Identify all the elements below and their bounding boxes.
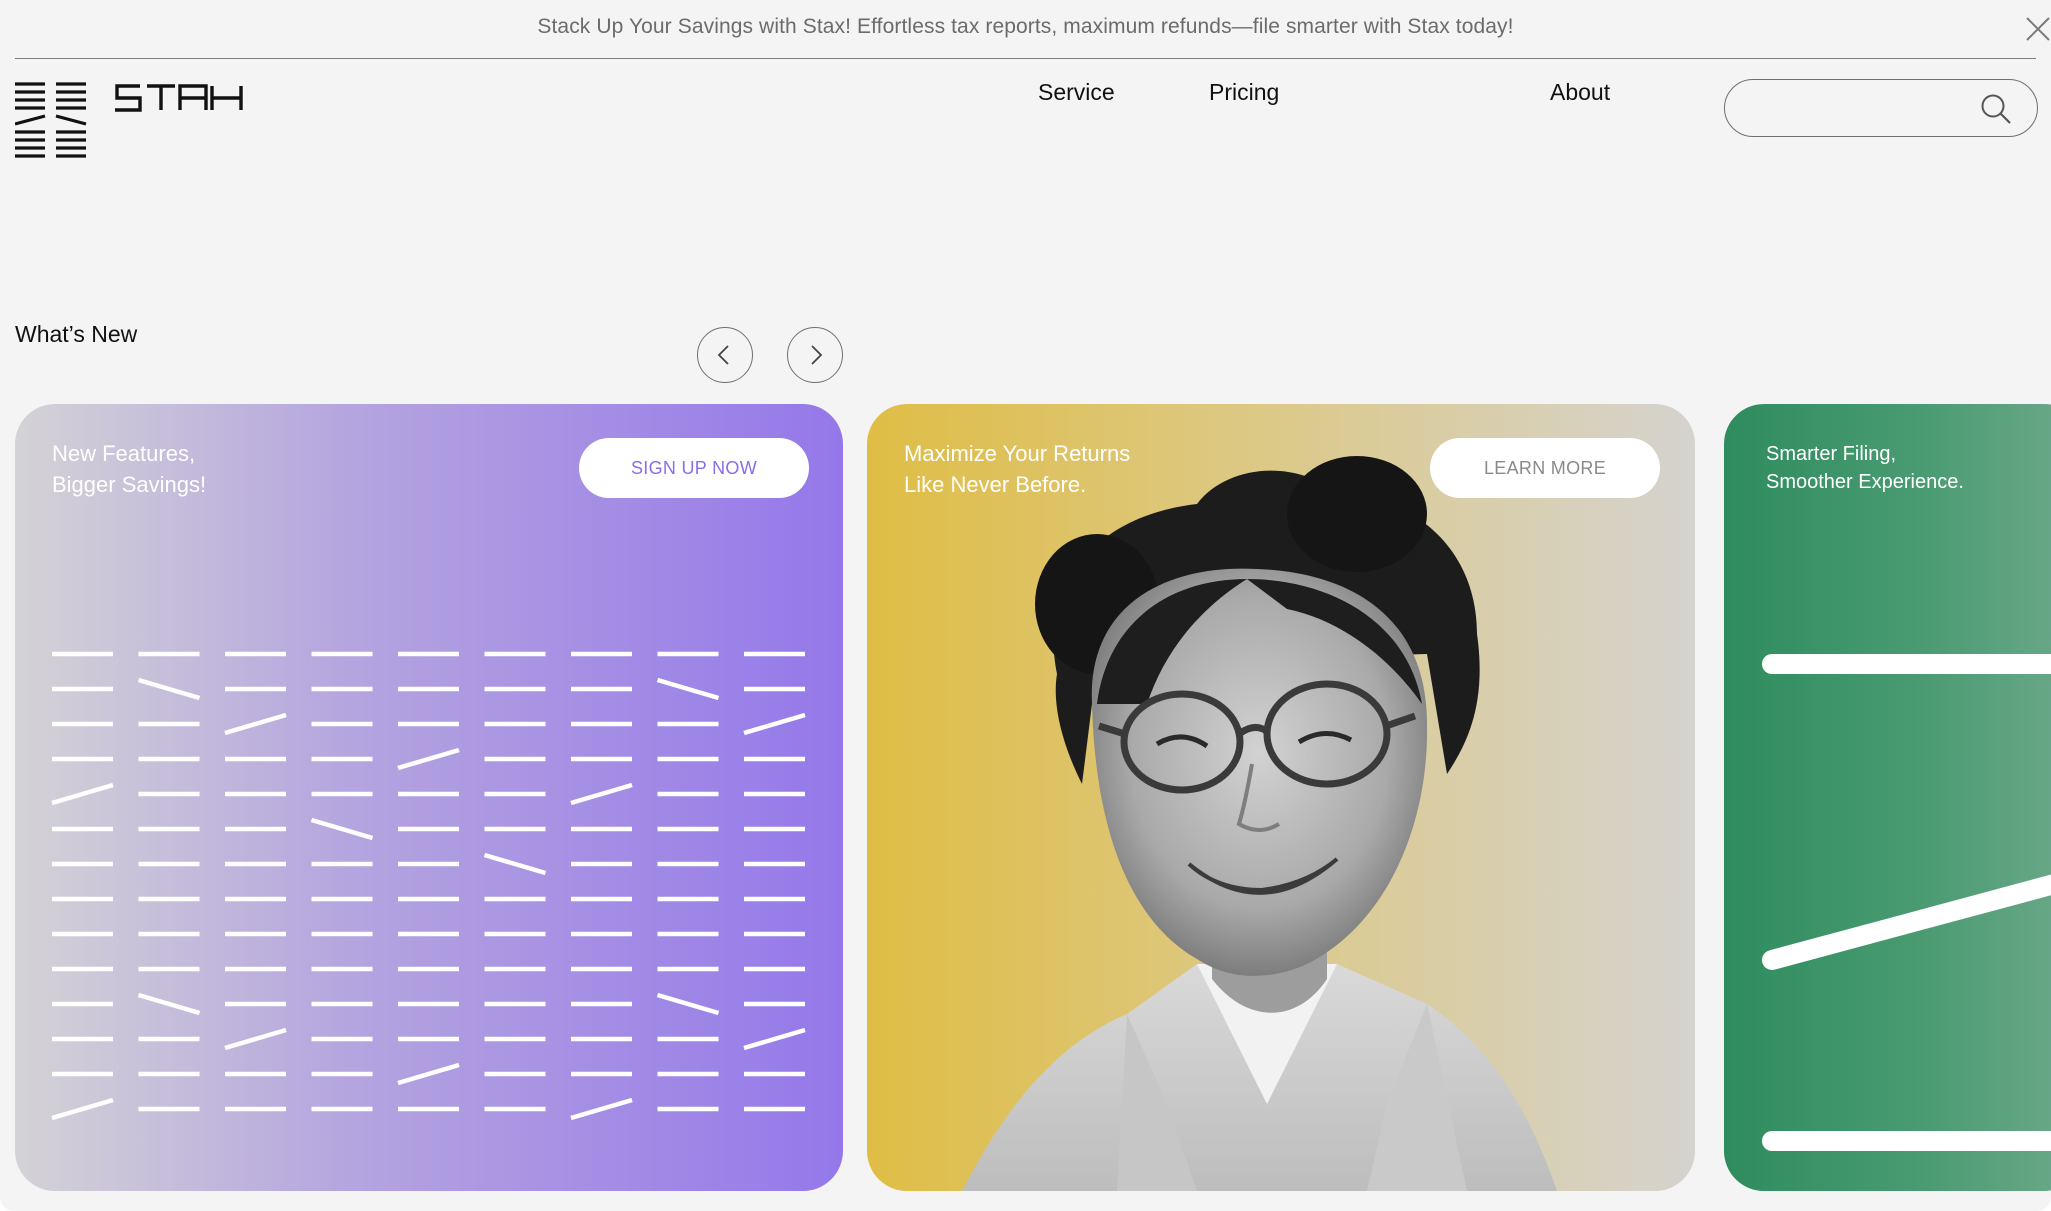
card-heading: Maximize Your Returns Like Never Before. — [904, 441, 1131, 497]
dash-mark — [570, 782, 633, 806]
dash-mark — [224, 712, 287, 736]
stax-logo[interactable] — [14, 82, 255, 160]
dash-mark — [656, 992, 720, 1016]
search-icon[interactable] — [1979, 92, 2013, 126]
smiling-woman-photo — [962, 456, 1557, 1191]
carousel-next-button[interactable] — [787, 327, 843, 383]
dash-mark — [397, 1062, 460, 1086]
page: Stack Up Your Savings with Stax! Effortl… — [0, 0, 2051, 1211]
nav-service[interactable]: Service — [1038, 79, 1115, 106]
dash-mark — [656, 677, 720, 701]
stripe-graphic — [1762, 654, 2051, 1151]
dash-pattern-graphic — [51, 651, 806, 1121]
search-input[interactable] — [1747, 90, 1977, 126]
dash-mark — [137, 992, 201, 1016]
dash-mark — [397, 747, 460, 771]
stax-logo-icon — [14, 82, 243, 158]
dash-mark — [51, 782, 114, 806]
dash-mark — [483, 852, 547, 876]
dash-mark — [743, 1027, 806, 1051]
dash-mark — [224, 1027, 287, 1051]
sign-up-button[interactable]: SIGN UP NOW — [579, 438, 809, 498]
dash-mark — [743, 712, 806, 736]
chevron-right-icon — [811, 345, 823, 365]
announcement-bar: Stack Up Your Savings with Stax! Effortl… — [15, 0, 2050, 59]
promo-card-features[interactable]: New Features, Bigger Savings! SIGN UP NO… — [15, 404, 843, 1191]
dash-mark — [310, 817, 374, 841]
carousel-prev-button[interactable] — [697, 327, 753, 383]
search-box[interactable] — [1724, 79, 2038, 137]
close-icon — [2026, 17, 2050, 41]
dash-mark — [570, 1097, 633, 1121]
nav-about[interactable]: About — [1550, 79, 1610, 106]
card-heading: New Features, Bigger Savings! — [52, 441, 207, 497]
learn-more-button[interactable]: LEARN MORE — [1430, 438, 1660, 498]
announcement-text: Stack Up Your Savings with Stax! Effortl… — [537, 15, 1514, 38]
promo-card-returns[interactable]: Maximize Your Returns Like Never Before.… — [867, 404, 1695, 1191]
card-heading: Smarter Filing, Smoother Experience. — [1766, 443, 1964, 493]
nav-pricing[interactable]: Pricing — [1209, 79, 1279, 106]
dash-mark — [51, 1097, 114, 1121]
promo-card-filing[interactable]: Smarter Filing, Smoother Experience. — [1724, 404, 2051, 1191]
chevron-left-icon — [717, 345, 729, 365]
dash-mark — [137, 677, 201, 701]
whats-new-title: What’s New — [15, 321, 138, 347]
close-button[interactable] — [2021, 12, 2051, 46]
